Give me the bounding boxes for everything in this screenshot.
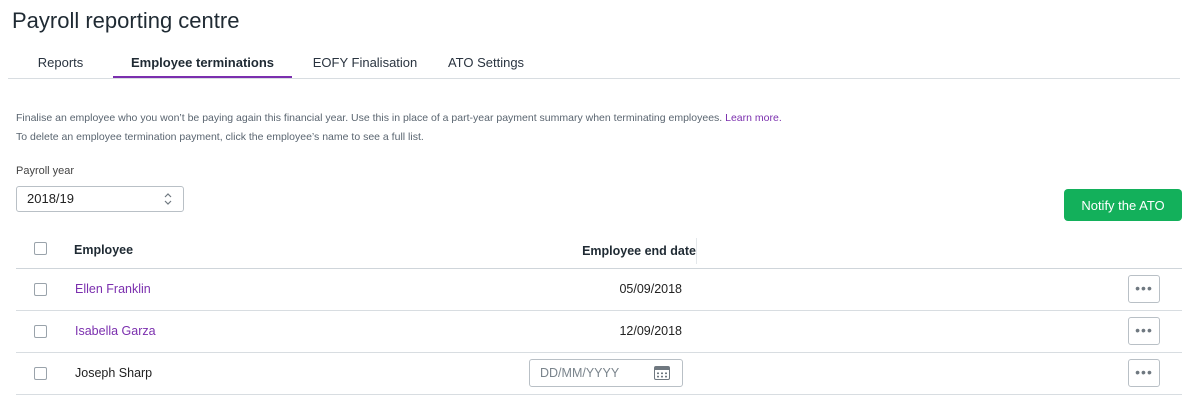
end-date-column-header: Employee end date — [582, 244, 696, 258]
terminations-table: Employee Employee end date Ellen Frankli… — [16, 234, 1182, 395]
row-checkbox[interactable] — [34, 367, 47, 380]
description-text: Finalise an employee who you won’t be pa… — [16, 112, 726, 124]
tab-reports[interactable]: Reports — [8, 52, 113, 78]
select-all-checkbox[interactable] — [34, 242, 47, 255]
row-checkbox[interactable] — [34, 283, 47, 296]
notify-ato-button[interactable]: Notify the ATO — [1064, 189, 1182, 221]
description-line-2: To delete an employee termination paymen… — [16, 131, 424, 143]
page-title: Payroll reporting centre — [12, 8, 240, 33]
employee-end-date: 12/09/2018 — [619, 324, 682, 338]
date-placeholder: DD/MM/YYYY — [540, 366, 620, 380]
tab-bar: Reports Employee terminations EOFY Final… — [8, 52, 1180, 79]
table-header-row: Employee Employee end date — [16, 234, 1182, 269]
table-row: Ellen Franklin 05/09/2018 ••• — [16, 269, 1182, 311]
learn-more-link[interactable]: Learn more. — [725, 112, 782, 124]
column-divider — [696, 238, 697, 264]
more-options-button[interactable]: ••• — [1128, 275, 1160, 303]
calendar-icon[interactable] — [654, 366, 670, 380]
ellipsis-icon: ••• — [1135, 280, 1153, 296]
table-row: Joseph Sharp DD/MM/YYYY ••• — [16, 353, 1182, 395]
end-date-input[interactable]: DD/MM/YYYY — [529, 359, 683, 387]
employee-name-link[interactable]: Ellen Franklin — [75, 282, 151, 296]
description-line-1: Finalise an employee who you won’t be pa… — [16, 112, 782, 124]
payroll-year-label: Payroll year — [16, 165, 75, 177]
employee-name: Joseph Sharp — [75, 366, 153, 380]
payroll-year-select[interactable]: 2018/19 — [16, 186, 184, 212]
employee-name-link[interactable]: Isabella Garza — [75, 324, 156, 338]
employee-column-header: Employee — [74, 243, 134, 257]
more-options-button[interactable]: ••• — [1128, 317, 1160, 345]
row-checkbox[interactable] — [34, 325, 47, 338]
employee-end-date: 05/09/2018 — [619, 282, 682, 296]
up-down-chevron-icon — [164, 193, 172, 205]
ellipsis-icon: ••• — [1135, 322, 1153, 338]
table-row: Isabella Garza 12/09/2018 ••• — [16, 311, 1182, 353]
payroll-year-value: 2018/19 — [27, 191, 74, 206]
more-options-button[interactable]: ••• — [1128, 359, 1160, 387]
ellipsis-icon: ••• — [1135, 364, 1153, 380]
tab-eofy-finalisation[interactable]: EOFY Finalisation — [292, 52, 438, 78]
tab-ato-settings[interactable]: ATO Settings — [438, 52, 534, 78]
tab-employee-terminations[interactable]: Employee terminations — [113, 52, 292, 78]
